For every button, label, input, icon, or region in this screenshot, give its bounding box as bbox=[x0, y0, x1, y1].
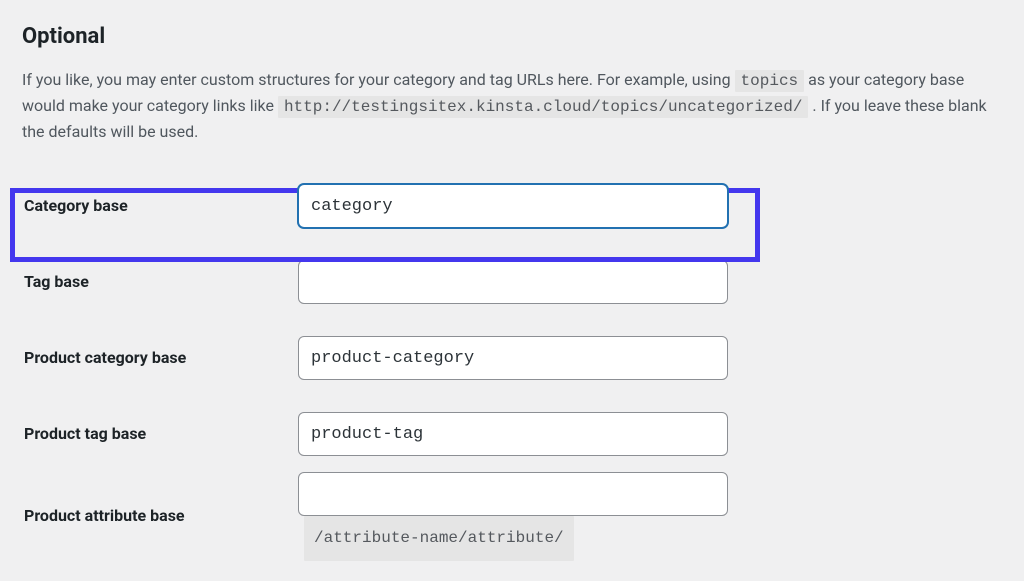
section-heading: Optional bbox=[22, 20, 1002, 54]
section-description: If you like, you may enter custom struct… bbox=[22, 68, 1002, 144]
input-product-tag-base[interactable] bbox=[298, 412, 728, 456]
input-product-category-base[interactable] bbox=[298, 336, 728, 380]
label-product-attribute-base: Product attribute base bbox=[22, 472, 298, 561]
input-product-attribute-base[interactable] bbox=[298, 472, 728, 516]
input-category-base[interactable] bbox=[298, 184, 728, 228]
permalink-options-table: Category base Tag base Product category … bbox=[22, 168, 1002, 561]
label-category-base-text: Category base bbox=[24, 196, 128, 215]
desc-code-url: http://testingsitex.kinsta.cloud/topics/… bbox=[278, 96, 808, 118]
desc-code-topics: topics bbox=[735, 70, 805, 92]
input-tag-base[interactable] bbox=[298, 260, 728, 304]
label-product-category-base: Product category base bbox=[22, 320, 298, 396]
desc-text-1: If you like, you may enter custom struct… bbox=[22, 70, 735, 89]
label-product-tag-base: Product tag base bbox=[22, 396, 298, 472]
attribute-base-suffix: /attribute-name/attribute/ bbox=[304, 516, 574, 561]
label-category-base: Category base bbox=[22, 168, 298, 244]
label-tag-base: Tag base bbox=[22, 244, 298, 320]
